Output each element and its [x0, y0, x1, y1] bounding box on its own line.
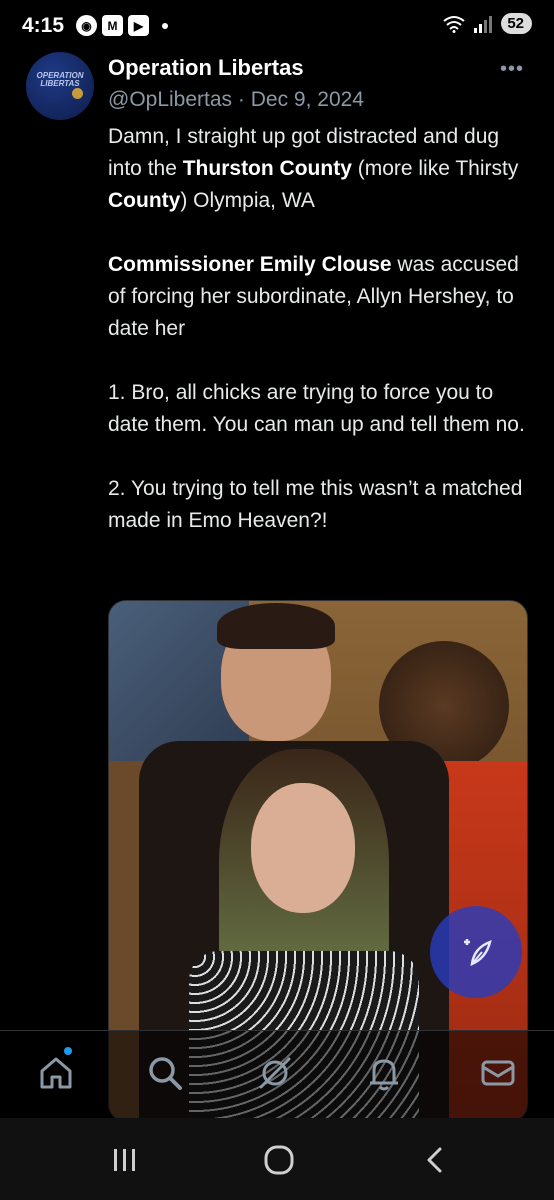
tweet-meta: @OpLibertas · Dec 9, 2024	[108, 88, 364, 112]
youtube-icon: ▶	[128, 15, 149, 36]
tweet-paragraph-1: Damn, I straight up got distracted and d…	[108, 121, 528, 217]
nav-messages[interactable]	[476, 1051, 520, 1095]
nav-search[interactable]	[143, 1051, 187, 1095]
notifications-icon	[370, 1059, 398, 1091]
home-circle-icon	[264, 1145, 294, 1175]
tweet-text: Damn, I straight up got distracted and d…	[108, 121, 528, 569]
system-nav-bar	[0, 1118, 554, 1200]
record-icon: ◉	[76, 15, 97, 36]
tweet-date[interactable]: Dec 9, 2024	[251, 88, 364, 111]
handle[interactable]: @OpLibertas	[108, 88, 232, 111]
messages-icon	[481, 1060, 515, 1086]
home-notification-dot	[64, 1047, 72, 1055]
bottom-nav	[0, 1030, 554, 1119]
battery-level: 52	[507, 15, 524, 32]
status-system-icons: 52	[443, 13, 532, 34]
avatar[interactable]: OPERATION LIBERTAS	[26, 52, 94, 120]
back-button[interactable]	[410, 1140, 460, 1180]
recents-icon	[114, 1149, 135, 1171]
compose-button[interactable]	[430, 906, 522, 998]
home-icon	[40, 1057, 72, 1089]
nav-grok[interactable]	[253, 1051, 297, 1095]
text-run: ) Olympia, WA	[180, 189, 315, 212]
battery-icon: 52	[501, 13, 532, 34]
bold-run: Commissioner Emily Clouse	[108, 253, 392, 276]
tweet-paragraph-2: Commissioner Emily Clouse was accused of…	[108, 249, 528, 345]
seal-icon	[72, 88, 83, 99]
bold-run: Thurston County	[182, 157, 352, 180]
avatar-logo-text: OPERATION LIBERTAS	[36, 71, 84, 88]
tweet-paragraph-4: 2. You trying to tell me this wasn’t a m…	[108, 477, 523, 532]
compose-icon	[464, 939, 492, 967]
nav-notifications[interactable]	[362, 1051, 406, 1095]
tweet-paragraph-3: 1. Bro, all chicks are trying to force y…	[108, 381, 525, 436]
back-icon	[427, 1147, 442, 1173]
recents-button[interactable]	[100, 1140, 150, 1180]
nav-home[interactable]	[34, 1051, 78, 1095]
photo-woman-face	[251, 783, 355, 913]
signal-icon	[474, 15, 493, 33]
gmail-icon: M	[102, 15, 123, 36]
text-run: (more like Thirsty	[351, 157, 519, 180]
meta-separator: ·	[237, 88, 245, 111]
status-notification-icons: ◉ M ▶	[76, 15, 168, 36]
wifi-icon	[443, 15, 465, 33]
dot-icon	[162, 22, 168, 29]
home-button[interactable]	[254, 1140, 304, 1180]
display-name[interactable]: Operation Libertas	[108, 55, 304, 81]
status-time: 4:15	[22, 14, 65, 37]
bold-run: County	[108, 189, 181, 212]
grok-icon	[259, 1057, 291, 1089]
more-icon[interactable]: •••	[500, 58, 524, 81]
status-bar: 4:15 ◉ M ▶ 52	[0, 0, 554, 52]
photo-man-hair	[217, 603, 335, 649]
search-icon	[149, 1057, 182, 1090]
